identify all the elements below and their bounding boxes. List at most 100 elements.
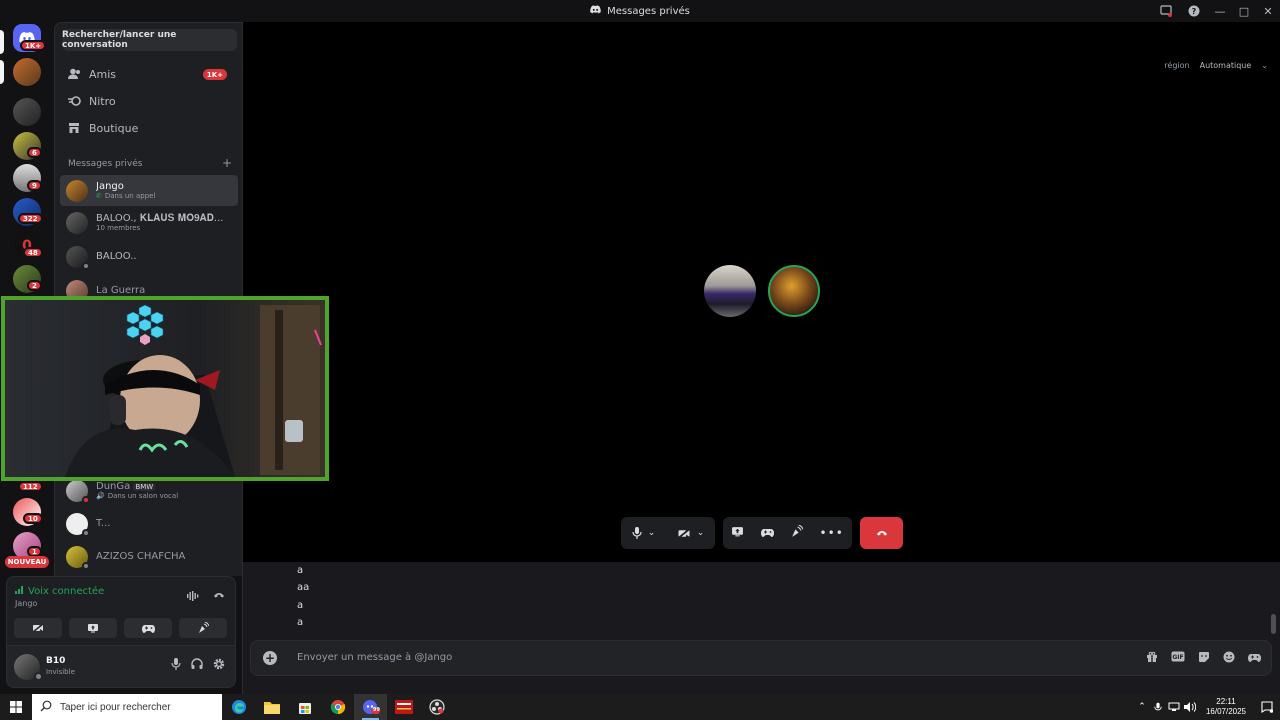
network-icon[interactable] [1166, 702, 1182, 712]
message-text: a [297, 565, 304, 576]
avatar [66, 512, 90, 537]
voice-connected-title: Voix connectée [15, 585, 104, 597]
hang-up-button[interactable] [860, 517, 903, 549]
dm-item-t[interactable]: T... [60, 508, 238, 539]
dm-item-baloo[interactable]: BALOO.. [60, 241, 238, 272]
avatar [66, 245, 90, 270]
soundboard-icon[interactable] [790, 524, 804, 541]
disconnect-icon[interactable] [213, 591, 225, 604]
obs-icon[interactable] [420, 694, 453, 720]
store-icon[interactable] [288, 694, 321, 720]
file-explorer-icon[interactable] [255, 694, 288, 720]
dm-item-group[interactable]: BALOO., 𝐊𝐋𝐀𝐔𝐒 𝐌𝐎𝟗𝐀𝐃... 10 membres [60, 207, 238, 238]
chevron-down-icon[interactable]: ⌄ [648, 528, 656, 538]
svg-text:?: ? [1192, 7, 1197, 16]
add-attachment-icon[interactable]: + [263, 651, 277, 665]
windows-taskbar: Taper ici pour rechercher 99 ⌃ 22:11 16/… [0, 694, 1280, 720]
signal-icon [15, 585, 24, 597]
headphones-icon[interactable] [191, 658, 203, 673]
activity-button[interactable] [124, 618, 172, 638]
username[interactable]: B10 [46, 656, 65, 666]
dm-subtitle: Dans un appel [104, 192, 156, 201]
avatar [66, 179, 88, 202]
edge-icon[interactable] [222, 694, 255, 720]
inbox-icon[interactable] [1152, 0, 1180, 22]
dm-name: T... [96, 517, 111, 529]
chat-scrollbar[interactable] [1271, 614, 1276, 634]
chevron-up-icon[interactable]: ⌃ [1134, 702, 1150, 712]
nav-friends[interactable]: Amis 1K+ [61, 62, 237, 86]
participant-avatar[interactable] [704, 265, 756, 317]
nav-shop[interactable]: Boutique [61, 116, 237, 140]
windows-start-icon[interactable] [0, 694, 32, 720]
dm-name: La Guerra [96, 284, 146, 296]
chevron-down-icon[interactable]: ⌄ [697, 528, 705, 538]
dm-name: AZIZOS CHAFCHA [96, 550, 186, 562]
nav-shop-label: Boutique [89, 121, 139, 135]
close-button[interactable]: ✕ [1256, 0, 1280, 22]
phone-icon: ✆ [96, 192, 102, 201]
sticker-icon[interactable] [1198, 651, 1210, 666]
notifications-icon[interactable] [1254, 701, 1280, 713]
camera-off-button[interactable] [14, 618, 62, 638]
title-bar: Messages privés ? — □ ✕ [0, 0, 1280, 22]
new-badge: NOUVEAU [5, 556, 49, 568]
server-badge: 48 [23, 247, 43, 258]
message-composer[interactable]: + Envoyer un message à @Jango GIF [250, 640, 1272, 676]
screen-share-button[interactable] [69, 618, 117, 638]
camera-button[interactable]: ⌄ [677, 527, 705, 539]
settings-gear-icon[interactable] [213, 658, 225, 673]
server-badge: 112 [18, 481, 43, 492]
screen-share-icon[interactable] [731, 526, 744, 540]
noise-suppression-icon[interactable] [187, 591, 199, 604]
dm-section-title: Messages privés [68, 159, 143, 169]
add-dm-icon[interactable]: + [222, 157, 232, 169]
voice-channel-name[interactable]: Jango [15, 599, 37, 608]
server-avatar[interactable] [13, 58, 41, 86]
discord-taskbar-icon[interactable]: 99 [354, 694, 387, 720]
dm-item-azizos[interactable]: AZIZOS CHAFCHA [60, 541, 238, 572]
chrome-icon[interactable] [321, 694, 354, 720]
dm-name: Jango [96, 180, 124, 192]
gift-icon[interactable] [1146, 651, 1158, 666]
server-badge: 1K+ [20, 40, 47, 51]
soundboard-button[interactable] [179, 618, 227, 638]
server-avatar[interactable] [13, 98, 41, 126]
help-icon[interactable]: ? [1180, 0, 1208, 22]
search-conversation-button[interactable]: Rechercher/lancer une conversation [62, 29, 237, 51]
avatar [66, 545, 90, 570]
nav-nitro[interactable]: Nitro [61, 89, 237, 113]
voice-icon: 🔊 [96, 492, 105, 501]
apps-icon[interactable] [1248, 651, 1261, 666]
maximize-button[interactable]: □ [1232, 0, 1256, 22]
mute-button[interactable]: ⌄ [632, 527, 656, 539]
server-badge: 6 [27, 147, 42, 158]
speaking-participant-avatar[interactable] [768, 265, 820, 317]
message-input[interactable]: Envoyer un message à @Jango [297, 652, 452, 663]
search-icon [40, 700, 52, 715]
more-options-icon[interactable]: ••• [820, 526, 844, 540]
region-value[interactable]: Automatique [1200, 61, 1252, 70]
shop-icon [67, 121, 81, 135]
nav-friends-label: Amis [89, 67, 117, 81]
taskbar-search[interactable]: Taper ici pour rechercher [32, 694, 222, 720]
emoji-icon[interactable] [1223, 651, 1235, 666]
dm-section-header: Messages privés + [68, 157, 232, 169]
dm-item-jango[interactable]: Jango ✆ Dans un appel [60, 175, 238, 206]
minimize-button[interactable]: — [1208, 0, 1232, 22]
microphone-icon[interactable] [171, 658, 181, 673]
taskbar-clock[interactable]: 22:11 16/07/2025 [1198, 697, 1254, 716]
voice-connection-panel: Voix connectée Jango [6, 576, 236, 646]
region-selector[interactable]: région Automatique ⌄ [1164, 61, 1268, 70]
window-title: Messages privés [590, 5, 690, 17]
message-text: a [297, 600, 304, 611]
volume-icon[interactable] [1182, 702, 1198, 712]
message-text: aa [297, 582, 310, 593]
nav-nitro-label: Nitro [89, 94, 116, 108]
chat-area: a aa a a + Envoyer un message à @Jango G… [243, 562, 1280, 694]
gif-icon[interactable]: GIF [1171, 651, 1185, 666]
tray-microphone-icon[interactable] [1150, 702, 1166, 713]
activity-icon[interactable] [760, 526, 774, 540]
region-label: région [1164, 61, 1190, 70]
recording-app-icon[interactable] [387, 694, 420, 720]
